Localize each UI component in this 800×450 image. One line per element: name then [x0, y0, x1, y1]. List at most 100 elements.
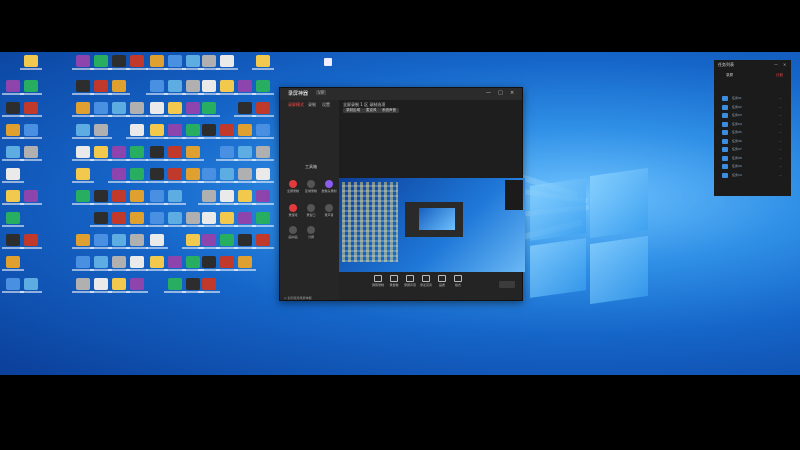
- desktop-shortcut-icon[interactable]: [108, 55, 130, 70]
- desktop-shortcut-icon[interactable]: [234, 190, 256, 205]
- desktop-shortcut-icon[interactable]: [126, 234, 148, 249]
- desktop-shortcut-icon[interactable]: [72, 256, 94, 271]
- desktop-shortcut-icon[interactable]: [2, 256, 24, 271]
- desktop-shortcut-icon[interactable]: [2, 190, 24, 205]
- panel-row[interactable]: 任务05 ⋯: [722, 130, 784, 136]
- desktop-shortcut-icon[interactable]: [198, 234, 220, 249]
- desktop-shortcut-icon[interactable]: [126, 55, 148, 70]
- tool-audio[interactable]: 录声音: [318, 204, 340, 217]
- desktop-shortcut-icon[interactable]: [126, 146, 148, 161]
- desktop-shortcut-icon[interactable]: [20, 80, 42, 95]
- desktop-shortcut-icon[interactable]: [198, 278, 220, 293]
- desktop-shortcut-icon[interactable]: [234, 146, 256, 161]
- desktop-shortcut-icon[interactable]: [252, 212, 274, 227]
- desktop-shortcut-icon[interactable]: [198, 80, 220, 95]
- desktop-shortcut-icon[interactable]: [126, 212, 148, 227]
- desktop-shortcut-icon[interactable]: [2, 168, 24, 183]
- desktop-shortcut-icon[interactable]: [108, 278, 130, 293]
- more-icon[interactable]: ⋯: [779, 139, 782, 143]
- system-audio-button[interactable]: 录屏声音: [403, 275, 417, 287]
- desktop-shortcut-icon[interactable]: [72, 80, 94, 95]
- desktop-shortcut-icon[interactable]: [72, 234, 94, 249]
- desktop-shortcut-icon[interactable]: [72, 55, 94, 70]
- desktop-shortcut-icon[interactable]: [146, 146, 168, 161]
- desktop-shortcut-icon[interactable]: [90, 234, 112, 249]
- desktop-shortcut-icon[interactable]: [216, 234, 238, 249]
- desktop-shortcut-icon[interactable]: [182, 212, 204, 227]
- desktop-shortcut-icon[interactable]: [108, 256, 130, 271]
- desktop-shortcut-icon[interactable]: [164, 256, 186, 271]
- desktop-shortcut-icon[interactable]: [216, 256, 238, 271]
- desktop-shortcut-icon[interactable]: [164, 102, 186, 117]
- desktop-shortcut-icon[interactable]: [164, 80, 186, 95]
- desktop-shortcut-icon[interactable]: [234, 80, 256, 95]
- desktop-shortcut-icon[interactable]: [90, 212, 112, 227]
- desktop-shortcut-icon[interactable]: [20, 102, 42, 117]
- desktop-shortcut-icon[interactable]: [146, 102, 168, 117]
- desktop-shortcut-icon[interactable]: [72, 102, 94, 117]
- desktop-shortcut-icon[interactable]: [108, 146, 130, 161]
- desktop-shortcut-icon[interactable]: [126, 102, 148, 117]
- desktop-shortcut-icon[interactable]: [126, 124, 148, 139]
- more-icon[interactable]: ⋯: [779, 105, 782, 109]
- desktop-shortcut-icon[interactable]: [126, 256, 148, 271]
- version-badge[interactable]: VIP: [316, 90, 327, 95]
- desktop-shortcut-icon[interactable]: [234, 124, 256, 139]
- desktop-shortcut-icon[interactable]: [90, 278, 112, 293]
- desktop-shortcut-icon[interactable]: [108, 102, 130, 117]
- quality-button[interactable]: 画质: [435, 275, 449, 287]
- desktop-shortcut-icon[interactable]: [126, 278, 148, 293]
- desktop-shortcut-icon[interactable]: [20, 278, 42, 293]
- tab-settings[interactable]: 设置: [322, 102, 330, 108]
- desktop-shortcut-icon[interactable]: [2, 278, 24, 293]
- desktop-shortcut-icon[interactable]: [198, 168, 220, 183]
- desktop-shortcut-icon[interactable]: [90, 80, 112, 95]
- desktop-shortcut-icon[interactable]: [2, 212, 24, 227]
- desktop-shortcut-icon[interactable]: [234, 234, 256, 249]
- tab-record-mode[interactable]: 录屏模式: [288, 102, 304, 108]
- desktop-shortcut-icon[interactable]: [146, 234, 168, 249]
- region-button[interactable]: 录制区域: [343, 108, 363, 113]
- desktop-shortcut-icon[interactable]: [146, 168, 168, 183]
- desktop-shortcut-icon[interactable]: [108, 190, 130, 205]
- desktop-shortcut-icon[interactable]: [216, 80, 238, 95]
- desktop-shortcut-icon[interactable]: [20, 124, 42, 139]
- desktop-shortcut-icon[interactable]: [252, 124, 274, 139]
- desktop-shortcut-icon[interactable]: [252, 168, 274, 183]
- desktop-shortcut-icon[interactable]: [90, 256, 112, 271]
- microphone-button[interactable]: 录麦克风: [419, 275, 433, 287]
- panel-row[interactable]: 任务03 ⋯: [722, 113, 784, 119]
- desktop-shortcut-icon[interactable]: [20, 234, 42, 249]
- desktop-shortcut-icon[interactable]: [90, 146, 112, 161]
- desktop-shortcut-icon[interactable]: [182, 234, 204, 249]
- desktop-shortcut-icon[interactable]: [108, 80, 130, 95]
- panel-close-button[interactable]: ×: [783, 62, 786, 67]
- desktop-shortcut-icon[interactable]: [164, 55, 186, 70]
- desktop-shortcut-icon[interactable]: [234, 168, 256, 183]
- desktop-shortcut-icon[interactable]: [146, 256, 168, 271]
- desktop-shortcut-icon[interactable]: [252, 234, 274, 249]
- panel-tab-record[interactable]: 录屏: [726, 73, 733, 78]
- desktop-shortcut-icon[interactable]: [146, 55, 168, 70]
- desktop-shortcut-icon[interactable]: [182, 256, 204, 271]
- desktop-shortcut-icon[interactable]: [90, 124, 112, 139]
- desktop-shortcut-icon[interactable]: [90, 102, 112, 117]
- desktop-shortcut-icon[interactable]: [126, 190, 148, 205]
- desktop-shortcut-icon[interactable]: [234, 212, 256, 227]
- more-icon[interactable]: ⋯: [779, 113, 782, 117]
- camera-record-button[interactable]: 录摄像: [387, 275, 401, 287]
- desktop-shortcut-icon[interactable]: [20, 190, 42, 205]
- desktop-shortcut-icon[interactable]: [2, 80, 24, 95]
- desktop-shortcut-icon[interactable]: [164, 278, 186, 293]
- panel-row[interactable]: 任务08 ⋯: [722, 155, 784, 162]
- desktop-shortcut-icon[interactable]: [216, 168, 238, 183]
- window-title-bar[interactable]: 录屏神器 VIP — □ ×: [280, 88, 522, 100]
- recycle-bin-icon[interactable]: [324, 58, 332, 66]
- desktop-shortcut-icon[interactable]: [198, 256, 220, 271]
- desktop-shortcut-icon[interactable]: [216, 124, 238, 139]
- desktop-shortcut-icon[interactable]: [20, 146, 42, 161]
- desktop-shortcut-icon[interactable]: [252, 55, 274, 70]
- panel-row[interactable]: 任务09 ⋯: [722, 164, 784, 170]
- tool-split[interactable]: 分屏: [300, 226, 322, 239]
- desktop-shortcut-icon[interactable]: [198, 55, 220, 70]
